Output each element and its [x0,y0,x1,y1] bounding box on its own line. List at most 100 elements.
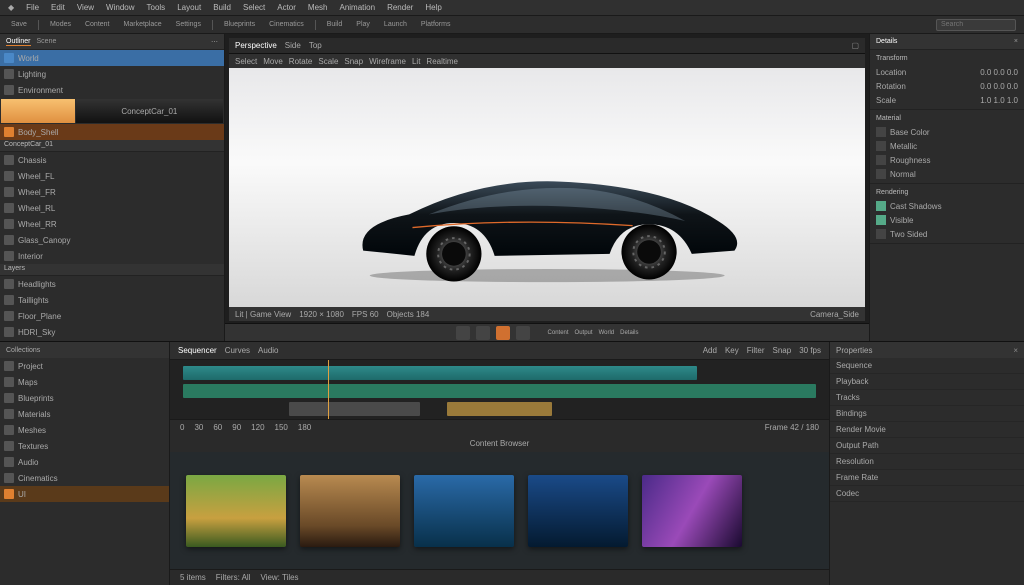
tool-cinematics[interactable]: Cinematics [266,20,307,29]
tool-blueprints[interactable]: Blueprints [221,20,258,29]
list-item[interactable]: Cinematics [0,470,169,486]
tree-item[interactable]: Wheel_RL [0,200,224,216]
menu-select[interactable]: Select [243,3,265,12]
vp-tab-persp[interactable]: Perspective [235,41,277,50]
tool-build2[interactable]: Build [324,20,346,29]
tree-item[interactable]: Wheel_FR [0,184,224,200]
seq-tab-curves[interactable]: Curves [225,346,250,355]
prop-row[interactable]: Location0.0 0.0 0.0 [876,65,1018,79]
maximize-icon[interactable]: ▢ [851,41,859,50]
taskbar-output-icon[interactable] [476,326,490,340]
prop-item[interactable]: Render Movie [830,422,1024,438]
tool-platforms[interactable]: Platforms [418,20,454,29]
track-clip[interactable] [289,402,421,416]
section-transform[interactable]: Transform [876,55,1018,62]
tool-launch[interactable]: Launch [381,20,410,29]
taskbar-details-icon[interactable] [516,326,530,340]
taskbar-content-icon[interactable] [456,326,470,340]
tab-scene[interactable]: Scene [37,38,57,45]
menu-view[interactable]: View [77,3,94,12]
prop-item[interactable]: Bindings [830,406,1024,422]
prop-row[interactable]: Base Color [876,125,1018,139]
tool-modes[interactable]: Modes [47,20,74,29]
tree-item[interactable]: Wheel_FL [0,168,224,184]
viewport-canvas[interactable] [229,68,865,307]
playhead[interactable] [328,360,329,419]
close-icon[interactable]: × [1013,346,1018,355]
menu-window[interactable]: Window [106,3,134,12]
prop-item[interactable]: Output Path [830,438,1024,454]
prop-item[interactable]: Codec [830,486,1024,502]
tree-item[interactable]: Floor_Plane [0,308,224,324]
panel-menu-icon[interactable]: ⋯ [211,38,218,46]
seq-tab-sequencer[interactable]: Sequencer [178,346,217,355]
prop-row[interactable]: Two Sided [876,227,1018,241]
vptool-lit[interactable]: Lit [412,57,420,66]
menu-layout[interactable]: Layout [177,3,201,12]
asset-thumb[interactable] [186,475,286,547]
menu-edit[interactable]: Edit [51,3,65,12]
preview-material-thumb[interactable] [1,99,75,123]
list-item[interactable]: UI [0,486,169,502]
asset-thumb[interactable] [414,475,514,547]
tool-settings[interactable]: Settings [173,20,204,29]
prop-item[interactable]: Tracks [830,390,1024,406]
list-item[interactable]: Blueprints [0,390,169,406]
vptool-snap[interactable]: Snap [344,57,363,66]
tree-item[interactable]: Wheel_RR [0,216,224,232]
taskbar-world-icon[interactable] [496,326,510,340]
color-swatch-icon[interactable] [876,127,886,137]
prop-row[interactable]: Cast Shadows [876,199,1018,213]
list-item[interactable]: Maps [0,374,169,390]
close-icon[interactable]: × [1014,38,1018,45]
seq-tool[interactable]: Add [703,346,717,355]
search-input[interactable] [936,19,1016,31]
menu-mesh[interactable]: Mesh [308,3,328,12]
tree-item[interactable]: Lighting [0,66,224,82]
checkbox-icon[interactable] [876,201,886,211]
tool-marketplace[interactable]: Marketplace [121,20,165,29]
tree-item[interactable]: Headlights [0,276,224,292]
menu-file[interactable]: File [26,3,39,12]
prop-row[interactable]: Scale1.0 1.0 1.0 [876,93,1018,107]
prop-item[interactable]: Sequence [830,358,1024,374]
timeline-tracks[interactable] [170,360,829,420]
vptool-move[interactable]: Move [263,57,283,66]
list-item[interactable]: Audio [0,454,169,470]
seq-tool[interactable]: Snap [773,346,792,355]
tree-item[interactable]: HDRI_Sky [0,324,224,340]
footer-filter[interactable]: Filters: All [216,573,251,582]
prop-row[interactable]: Normal [876,167,1018,181]
prop-item[interactable]: Playback [830,374,1024,390]
tree-item[interactable]: Taillights [0,292,224,308]
asset-thumb[interactable] [528,475,628,547]
tool-save[interactable]: Save [8,20,30,29]
checkbox-icon[interactable] [876,229,886,239]
tree-item[interactable]: Glass_Canopy [0,232,224,248]
menu-actor[interactable]: Actor [277,3,296,12]
section-rendering[interactable]: Rendering [876,189,1018,196]
vptool-scale[interactable]: Scale [318,57,338,66]
asset-thumb[interactable] [642,475,742,547]
vptool-rotate[interactable]: Rotate [289,57,313,66]
list-item[interactable]: Textures [0,438,169,454]
vptool-rt[interactable]: Realtime [426,57,458,66]
vptool-wire[interactable]: Wireframe [369,57,406,66]
list-item[interactable]: Project [0,358,169,374]
prop-item[interactable]: Frame Rate [830,470,1024,486]
tab-outliner[interactable]: Outliner [6,38,31,46]
tool-play[interactable]: Play [353,20,373,29]
seq-tool[interactable]: Key [725,346,739,355]
menu-tools[interactable]: Tools [147,3,166,12]
vp-tab-top[interactable]: Top [309,41,322,50]
tree-item[interactable]: Body_Shell [0,124,224,140]
footer-view[interactable]: View: Tiles [260,573,298,582]
prop-row[interactable]: Visible [876,213,1018,227]
vptool-select[interactable]: Select [235,57,257,66]
list-item[interactable]: Meshes [0,422,169,438]
vp-tab-side[interactable]: Side [285,41,301,50]
track-clip[interactable] [447,402,552,416]
track-clip[interactable] [183,384,816,398]
tree-item[interactable]: Chassis [0,152,224,168]
tree-item[interactable]: World [0,50,224,66]
